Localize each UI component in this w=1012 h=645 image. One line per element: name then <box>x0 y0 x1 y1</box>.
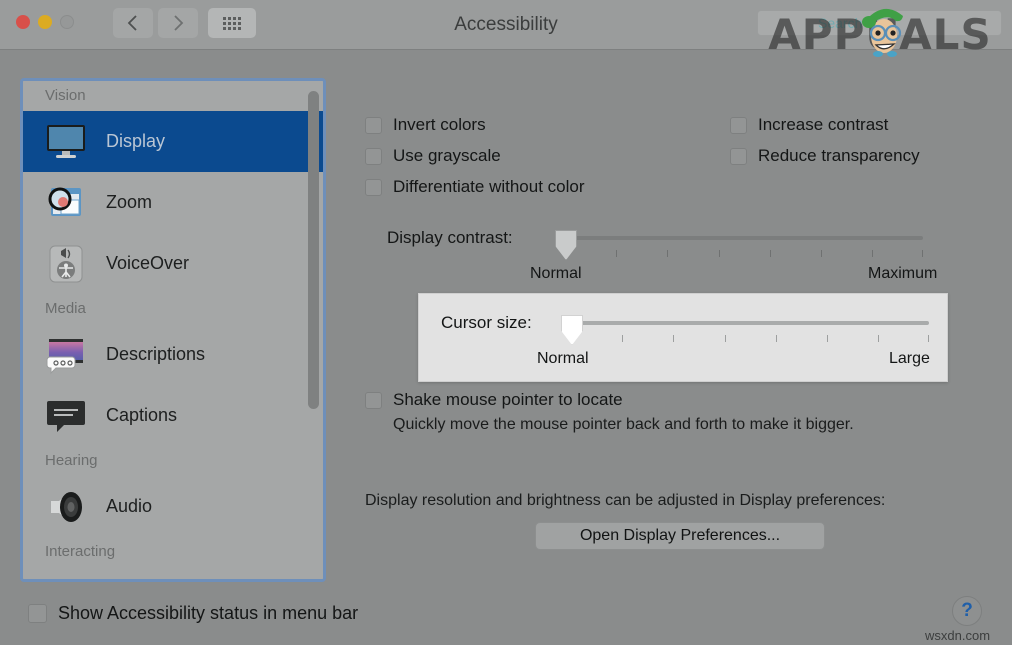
checkbox-box[interactable] <box>28 604 47 623</box>
sidebar-item-label: VoiceOver <box>106 253 189 274</box>
sidebar-group-media: Media <box>23 294 323 324</box>
checkbox-box[interactable] <box>730 117 747 134</box>
sidebar-item-captions[interactable]: Captions <box>23 385 323 446</box>
display-contrast-min-label: Normal <box>530 265 582 283</box>
audio-speaker-icon <box>43 484 89 530</box>
sidebar-item-zoom[interactable]: Zoom <box>23 172 323 233</box>
window-titlebar: Accessibility Search APPUALS <box>0 0 1012 50</box>
checkbox-label: Show Accessibility status in menu bar <box>58 603 358 624</box>
sidebar-item-audio[interactable]: Audio <box>23 476 323 537</box>
checkbox-shake-pointer[interactable]: Shake mouse pointer to locate <box>365 390 623 410</box>
cursor-size-highlight-panel: Cursor size: Normal Large <box>418 293 948 382</box>
sidebar-group-interacting: Interacting <box>23 537 323 567</box>
checkbox-box[interactable] <box>365 148 382 165</box>
checkbox-use-grayscale[interactable]: Use grayscale <box>365 146 501 166</box>
checkbox-label: Differentiate without color <box>393 177 585 197</box>
checkbox-box[interactable] <box>365 117 382 134</box>
sidebar-scrollbar-thumb[interactable] <box>308 91 319 409</box>
display-contrast-thumb[interactable] <box>555 230 577 260</box>
descriptions-icon <box>43 332 89 378</box>
sidebar-group-vision: Vision <box>23 81 323 111</box>
accessibility-category-sidebar[interactable]: Vision Display <box>20 78 326 582</box>
checkbox-label: Reduce transparency <box>758 146 920 166</box>
sidebar-group-hearing: Hearing <box>23 446 323 476</box>
display-monitor-icon <box>43 119 89 165</box>
open-display-preferences-button[interactable]: Open Display Preferences... <box>535 522 825 550</box>
search-input[interactable]: Search <box>757 10 1002 36</box>
checkbox-box[interactable] <box>730 148 747 165</box>
sidebar-scroll-content: Vision Display <box>23 81 323 579</box>
shake-pointer-description: Quickly move the mouse pointer back and … <box>393 416 854 434</box>
sidebar-item-label: Descriptions <box>106 344 205 365</box>
sidebar-item-label: Display <box>106 131 165 152</box>
sidebar-item-display[interactable]: Display <box>23 111 323 172</box>
sidebar-item-label: Audio <box>106 496 152 517</box>
cursor-size-label: Cursor size: <box>441 313 532 333</box>
cursor-size-min-label: Normal <box>537 350 589 368</box>
checkbox-label: Increase contrast <box>758 115 888 135</box>
display-contrast-track[interactable] <box>565 236 923 240</box>
display-contrast-label: Display contrast: <box>387 228 513 248</box>
sidebar-item-label: Zoom <box>106 192 152 213</box>
sidebar-item-label: Captions <box>106 405 177 426</box>
sidebar-item-descriptions[interactable]: Descriptions <box>23 324 323 385</box>
checkbox-invert-colors[interactable]: Invert colors <box>365 115 486 135</box>
checkbox-increase-contrast[interactable]: Increase contrast <box>730 115 888 135</box>
sidebar-item-voiceover[interactable]: VoiceOver <box>23 233 323 294</box>
checkbox-label: Invert colors <box>393 115 486 135</box>
zoom-magnifier-icon <box>43 180 89 226</box>
display-contrast-max-label: Maximum <box>868 265 937 283</box>
captions-icon <box>43 393 89 439</box>
cursor-size-max-label: Large <box>889 350 930 368</box>
checkbox-differentiate-without-color[interactable]: Differentiate without color <box>365 177 585 197</box>
checkbox-box[interactable] <box>365 179 382 196</box>
checkbox-show-accessibility-status[interactable]: Show Accessibility status in menu bar <box>28 603 358 624</box>
cursor-size-thumb[interactable] <box>561 315 583 345</box>
checkbox-label: Use grayscale <box>393 146 501 166</box>
help-button[interactable]: ? <box>952 596 982 626</box>
display-contrast-slider-group: Display contrast: Normal Maximum <box>335 228 955 288</box>
display-preferences-note: Display resolution and brightness can be… <box>365 492 885 510</box>
accessibility-preferences-window: Accessibility Search APPUALS Vision <box>0 0 1012 645</box>
cursor-size-track[interactable] <box>571 321 929 325</box>
checkbox-label: Shake mouse pointer to locate <box>393 390 623 410</box>
voiceover-icon <box>43 241 89 287</box>
checkbox-reduce-transparency[interactable]: Reduce transparency <box>730 146 920 166</box>
checkbox-box[interactable] <box>365 392 382 409</box>
site-watermark: wsxdn.com <box>925 628 990 643</box>
